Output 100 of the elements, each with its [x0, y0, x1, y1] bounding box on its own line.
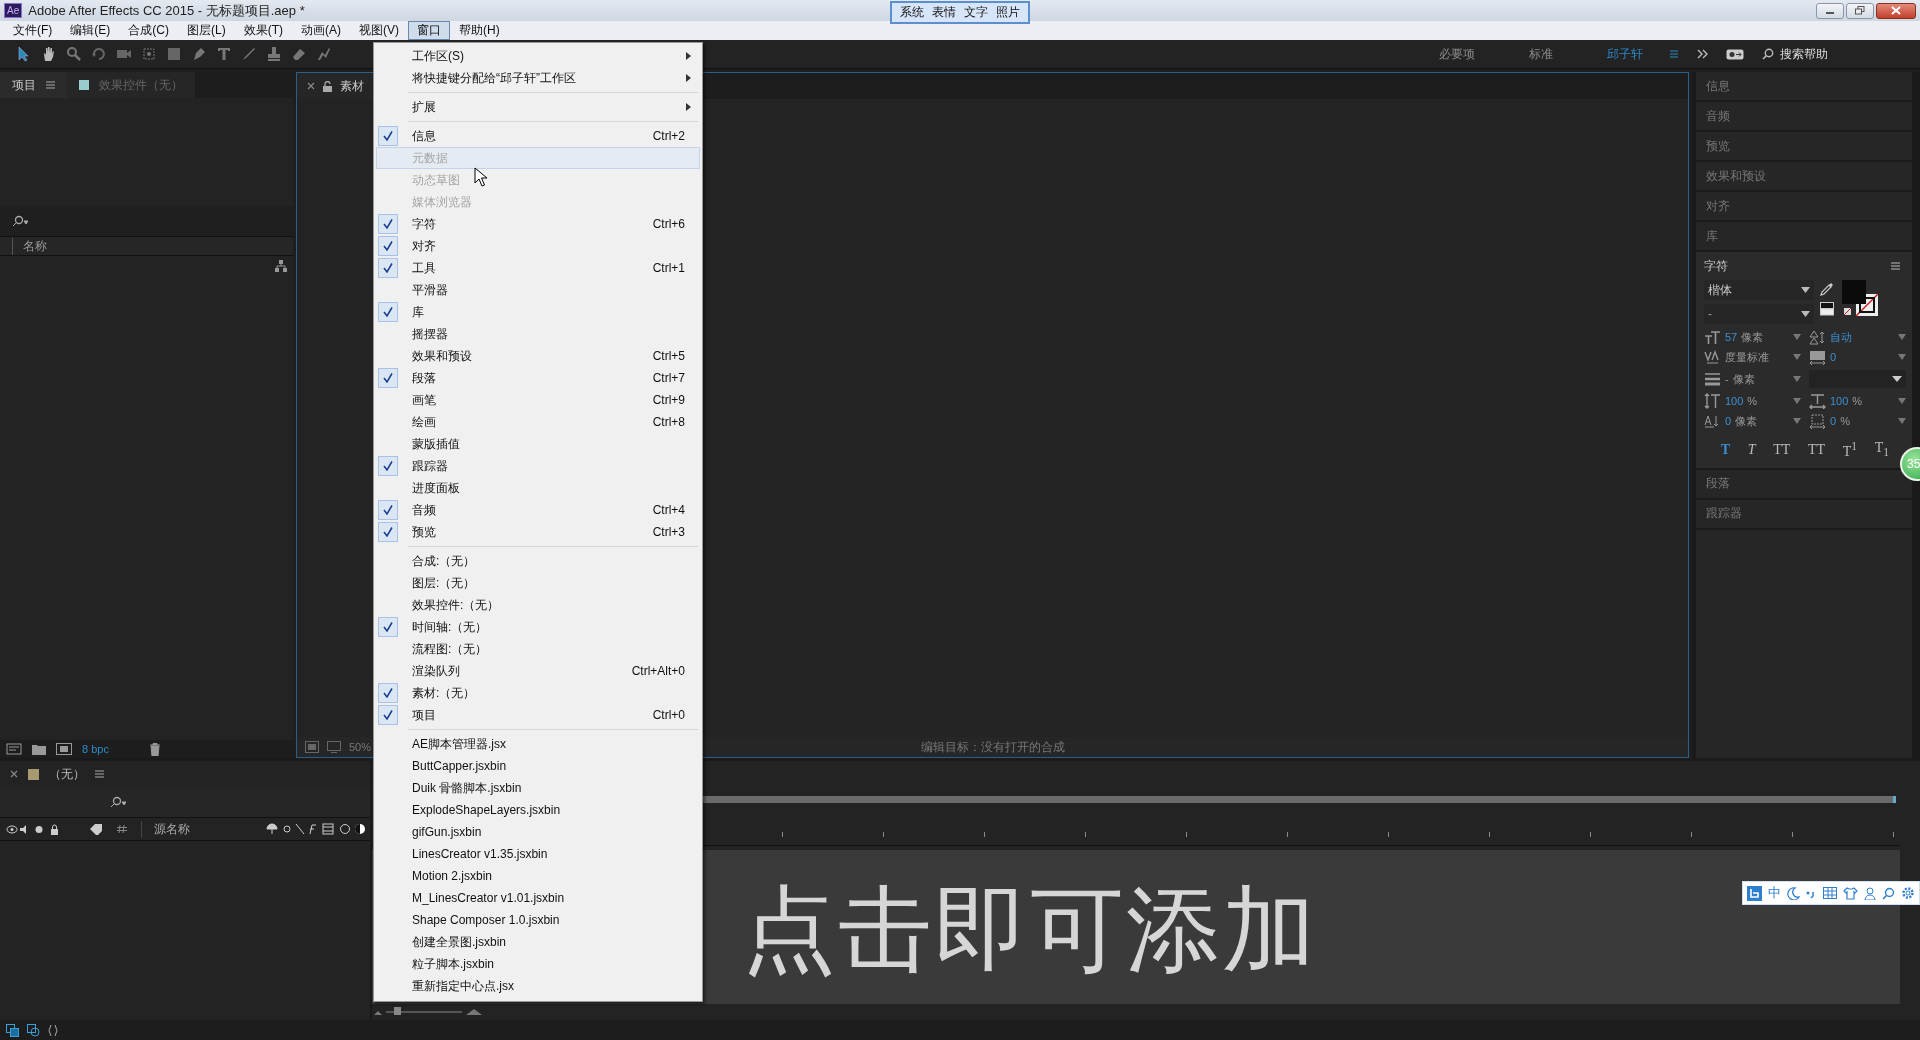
default-colors-swatch-icon[interactable] — [1820, 302, 1834, 316]
menu-item[interactable]: M_LinesCreator v1.01.jsxbin — [376, 887, 700, 909]
close-icon[interactable] — [10, 770, 18, 778]
workspace-tab[interactable]: 标准 — [1529, 45, 1553, 63]
collapsed-panel-header[interactable]: 信息 — [1696, 72, 1912, 100]
menu-item[interactable]: ButtCapper.jsxbin — [376, 755, 700, 777]
menu-item[interactable]: 创建全景图.jsxbin — [376, 931, 700, 953]
rotate-icon[interactable] — [91, 46, 107, 62]
flowchart-icon[interactable] — [275, 260, 287, 272]
person-icon[interactable] — [1864, 886, 1876, 900]
viewer-tab[interactable]: 素材 — [297, 73, 374, 99]
workspace-tab[interactable]: 邱子轩 — [1607, 45, 1643, 63]
column-header[interactable]: 名称 — [12, 237, 47, 255]
menu-bar-item[interactable]: 动画(A) — [292, 21, 350, 40]
ime-toolbar-button[interactable]: 系统 — [900, 4, 924, 21]
search-icon[interactable] — [12, 215, 28, 227]
zoom-in-icon[interactable] — [466, 1007, 482, 1017]
eraser-icon[interactable] — [291, 46, 307, 62]
character-metric-field[interactable]: 100 % — [1704, 392, 1801, 410]
menu-bar-item[interactable]: 视图(V) — [350, 21, 408, 40]
ime-toolbar-button[interactable]: 照片 — [996, 4, 1020, 21]
close-button[interactable] — [1876, 2, 1916, 19]
menu-item[interactable]: 预览 Ctrl+3 — [376, 521, 700, 543]
panel-menu-icon[interactable] — [46, 81, 55, 89]
character-metric-field[interactable]: 57 像素 — [1704, 328, 1801, 346]
menu-item[interactable]: 信息 Ctrl+2 — [376, 125, 700, 147]
ime-mode-toggle[interactable]: 中 — [1768, 884, 1781, 902]
column-header[interactable]: 源名称 — [140, 820, 253, 838]
search-icon[interactable] — [1882, 886, 1895, 900]
menu-item[interactable]: 图层:（无） — [376, 572, 700, 594]
double-chevron-icon[interactable] — [1697, 49, 1708, 59]
text-style-button[interactable]: T — [1718, 440, 1733, 460]
keyboard-icon[interactable] — [1823, 887, 1837, 899]
menu-item[interactable]: 音频 Ctrl+4 — [376, 499, 700, 521]
menu-item[interactable]: 渲染队列 Ctrl+Alt+0 — [376, 660, 700, 682]
menu-item[interactable]: 项目 Ctrl+0 — [376, 704, 700, 726]
type-tool-icon[interactable] — [216, 46, 232, 62]
settings-icon[interactable] — [1901, 886, 1915, 900]
menu-item[interactable]: LinesCreator v1.35.jsxbin — [376, 843, 700, 865]
layers-icon[interactable] — [6, 1023, 19, 1037]
character-metric-field[interactable]: 100 % — [1809, 392, 1906, 410]
ime-toolbar-button[interactable]: 表情 — [932, 4, 956, 21]
panel-menu-icon[interactable] — [95, 770, 104, 778]
restore-button[interactable] — [1846, 2, 1874, 19]
menu-bar-item[interactable]: 文件(F) — [4, 21, 62, 40]
label-tag-icon[interactable] — [89, 823, 103, 835]
menu-item[interactable]: 绘画 Ctrl+8 — [376, 411, 700, 433]
menu-item[interactable]: 摇摆器 — [376, 323, 700, 345]
folder-icon[interactable] — [32, 743, 46, 755]
menu-item[interactable]: 流程图:（无） — [376, 638, 700, 660]
menu-bar-item[interactable]: 合成(C) — [119, 21, 178, 40]
character-metric-field[interactable]: 自动 — [1809, 328, 1906, 346]
pen-icon[interactable] — [191, 46, 207, 62]
character-metric-field[interactable]: 0 % — [1809, 412, 1906, 430]
workspace-tab[interactable]: 必要项 — [1439, 45, 1475, 63]
menu-item[interactable]: 进度面板 — [376, 477, 700, 499]
menu-item[interactable]: gifGun.jsxbin — [376, 821, 700, 843]
menu-item[interactable]: 合成:（无） — [376, 550, 700, 572]
menu-item[interactable]: 工作区(S) — [376, 45, 700, 67]
menu-item[interactable]: 效果和预设 Ctrl+5 — [376, 345, 700, 367]
character-metric-field[interactable]: 0 像素 — [1704, 412, 1801, 430]
menu-item[interactable]: Motion 2.jsxbin — [376, 865, 700, 887]
text-style-button[interactable]: T$_{1}$ — [1872, 440, 1892, 460]
menu-item[interactable]: 将快捷键分配给“邱子轩”工作区 — [376, 67, 700, 89]
menu-item[interactable]: ExplodeShapeLayers.jsxbin — [376, 799, 700, 821]
braces-icon[interactable] — [48, 1023, 58, 1037]
moon-icon[interactable] — [1787, 886, 1800, 900]
collapsed-panel-header[interactable]: 跟踪器 — [1696, 499, 1912, 528]
eyedropper-icon[interactable] — [1820, 282, 1834, 296]
hash-icon[interactable] — [116, 824, 127, 834]
text-style-button[interactable]: T$^{1}$ — [1840, 440, 1860, 460]
panel-tab[interactable]: 项目 — [0, 72, 67, 98]
menu-bar-item[interactable]: 帮助(H) — [450, 21, 509, 40]
fill-stroke-color-swatch[interactable] — [1842, 280, 1878, 316]
menu-item[interactable]: Duik 骨骼脚本.jsxbin — [376, 777, 700, 799]
timeline-tab[interactable]: （无） — [0, 761, 370, 787]
text-style-button[interactable]: T — [1745, 440, 1758, 460]
font-style-dropdown[interactable]: - — [1704, 304, 1814, 324]
menu-bar-item[interactable]: 图层(L) — [178, 21, 235, 40]
menu-item[interactable]: 对齐 — [376, 235, 700, 257]
menu-item[interactable]: 库 — [376, 301, 700, 323]
menu-item[interactable]: AE脚本管理器.jsx — [376, 733, 700, 755]
menu-bar-item[interactable]: 编辑(E) — [61, 21, 120, 40]
bit-depth-button[interactable]: 8 bpc — [82, 743, 109, 755]
lock-icon[interactable] — [323, 80, 332, 92]
menu-item[interactable]: 字符 Ctrl+6 — [376, 213, 700, 235]
character-metric-field[interactable]: 度量标准 — [1704, 348, 1801, 366]
ime-logo-icon[interactable] — [1747, 885, 1762, 901]
trash-icon[interactable] — [148, 742, 161, 756]
menu-item[interactable]: 重新指定中心点.jsx — [376, 975, 700, 997]
search-icon[interactable] — [110, 796, 126, 808]
stroke-width-field[interactable]: - 像素 — [1704, 370, 1801, 388]
shirt-icon[interactable] — [1843, 886, 1858, 900]
menu-item[interactable]: 跟踪器 — [376, 455, 700, 477]
menu-item[interactable]: 段落 Ctrl+7 — [376, 367, 700, 389]
menu-item[interactable]: 工具 Ctrl+1 — [376, 257, 700, 279]
font-family-dropdown[interactable]: 楷体 — [1704, 280, 1814, 300]
overlap-circles-icon[interactable] — [27, 1023, 40, 1037]
monitor-icon[interactable] — [327, 741, 341, 753]
menu-item[interactable]: Shape Composer 1.0.jsxbin — [376, 909, 700, 931]
